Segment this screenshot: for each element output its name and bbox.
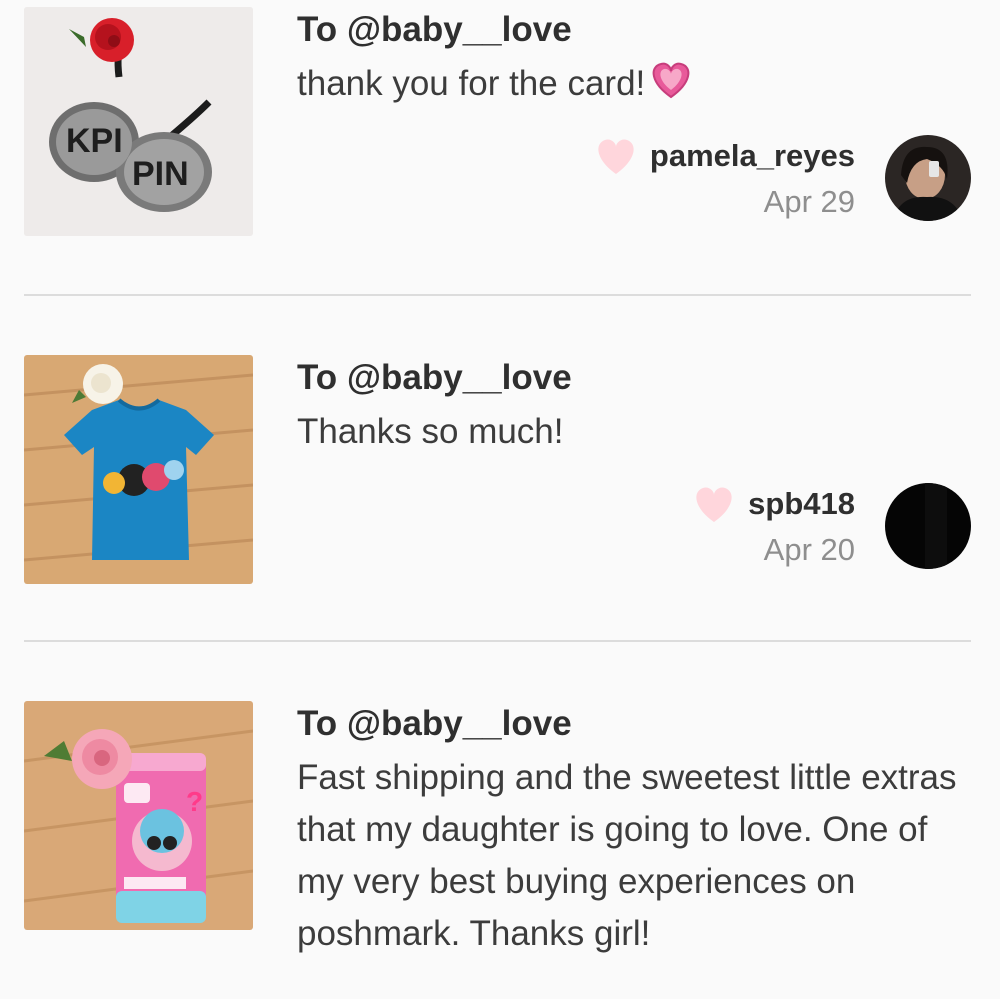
sender-username[interactable]: spb418: [748, 486, 855, 522]
listing-thumbnail[interactable]: KPI PIN: [24, 7, 253, 236]
listing-thumbnail[interactable]: [24, 355, 253, 584]
svg-text:?: ?: [186, 786, 203, 817]
sender-username[interactable]: pamela_reyes: [650, 138, 855, 174]
note-date: Apr 29: [763, 184, 855, 219]
note-meta: spb418 Apr 20: [692, 480, 855, 572]
bra-thumbnail-image: KPI PIN: [24, 7, 253, 236]
recipient-label[interactable]: To @baby__love: [297, 8, 572, 52]
svg-text:PIN: PIN: [132, 155, 189, 193]
recipient-label[interactable]: To @baby__love: [297, 702, 572, 746]
note-message-text: thank you for the card!: [297, 64, 646, 103]
note-message: thank you for the card!: [297, 58, 957, 116]
pink-heart-icon: [647, 59, 695, 116]
heart-icon[interactable]: [692, 484, 736, 524]
tshirt-thumbnail-image: [24, 355, 253, 584]
divider: [24, 640, 971, 642]
avatar[interactable]: [885, 135, 971, 221]
divider: [24, 294, 971, 296]
toy-thumbnail-image: ?: [24, 701, 253, 930]
avatar[interactable]: [885, 483, 971, 569]
recipient-label[interactable]: To @baby__love: [297, 356, 572, 400]
note-date: Apr 20: [763, 532, 855, 567]
love-notes-feed: KPI PIN To @baby__love thank you for the…: [0, 0, 1000, 999]
listing-thumbnail[interactable]: ?: [24, 701, 253, 930]
heart-icon[interactable]: [594, 136, 638, 176]
note-message: Fast shipping and the sweetest little ex…: [297, 758, 957, 953]
note-message: Thanks so much!: [297, 412, 564, 451]
note-meta: pamela_reyes Apr 29: [594, 132, 855, 224]
svg-text:KPI: KPI: [66, 122, 123, 160]
